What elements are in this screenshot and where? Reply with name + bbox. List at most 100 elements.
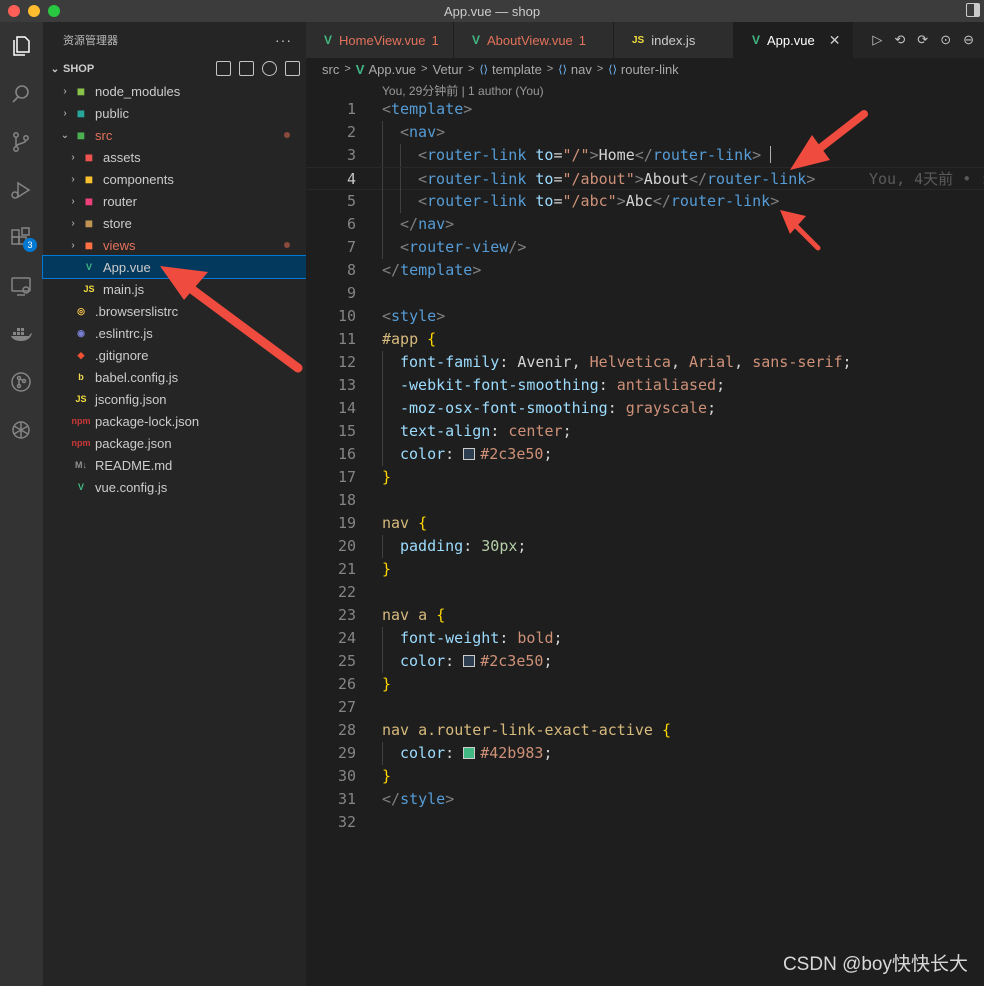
breadcrumb-nav[interactable]: nav	[571, 62, 592, 77]
line-number: 32	[337, 813, 356, 831]
tree-item-assets[interactable]: › ■ assets	[43, 146, 306, 168]
compare-icon[interactable]: ⊙	[940, 32, 951, 48]
code-line[interactable]: 9	[306, 282, 984, 305]
project-section-header[interactable]: ⌄ SHOP	[43, 58, 306, 80]
openai-icon[interactable]	[7, 416, 35, 444]
code-line[interactable]: 32	[306, 811, 984, 834]
remote-explorer-icon[interactable]	[7, 272, 35, 300]
tree-item-babel-config-js[interactable]: b babel.config.js	[43, 366, 306, 388]
tree-item-eslintrc-js[interactable]: ◉ .eslintrc.js	[43, 322, 306, 344]
code-line[interactable]: 3 <router-link to="/">Home</router-link>	[306, 144, 984, 167]
tree-item-jsconfig-json[interactable]: JS jsconfig.json	[43, 388, 306, 410]
code-line[interactable]: 27	[306, 696, 984, 719]
editor-actions: ▷ ⟲ ⟳ ⊙ ⊖	[872, 22, 984, 58]
source-control-icon[interactable]	[7, 128, 35, 156]
code-line[interactable]: 12 font-family: Avenir, Helvetica, Arial,…	[306, 351, 984, 374]
code-line[interactable]: 10 <style>	[306, 305, 984, 328]
line-number: 20	[337, 537, 356, 555]
explorer-icon[interactable]	[7, 32, 35, 60]
tree-item-views[interactable]: › ■ views	[43, 234, 306, 256]
code-line[interactable]: 19 nav {	[306, 512, 984, 535]
tab-app-vue[interactable]: V App.vue ✕	[734, 22, 854, 58]
code-line[interactable]: 11 #app {	[306, 328, 984, 351]
code-line[interactable]: 29 color: #42b983;	[306, 742, 984, 765]
code-line[interactable]: 22	[306, 581, 984, 604]
code-line[interactable]: 1 <template>	[306, 98, 984, 121]
code-line[interactable]: 25 color: #2c3e50;	[306, 650, 984, 673]
markdown-file-icon: M↓	[75, 460, 87, 470]
tree-item-store[interactable]: › ■ store	[43, 212, 306, 234]
breadcrumb-template[interactable]: template	[492, 62, 542, 77]
code-line[interactable]: 6 </nav>	[306, 213, 984, 236]
tree-item-app-vue[interactable]: V App.vue	[42, 255, 307, 279]
codelens-author[interactable]: You, 29分钟前 | 1 author (You)	[382, 82, 544, 99]
forward-icon[interactable]: ⊖	[963, 32, 974, 48]
code-line[interactable]: 21}	[306, 558, 984, 581]
code-line[interactable]: 18	[306, 489, 984, 512]
more-actions-icon[interactable]: ···	[275, 32, 292, 48]
code-token: </	[634, 146, 653, 164]
color-swatch[interactable]	[463, 747, 476, 759]
code-line[interactable]: 23 nav a {	[306, 604, 984, 627]
tree-item-router[interactable]: › ■ router	[43, 190, 306, 212]
code-line[interactable]: 2 <nav>	[306, 121, 984, 144]
run-debug-icon[interactable]	[7, 176, 35, 204]
tab-homeview-vue[interactable]: V HomeView.vue 1	[306, 22, 454, 58]
tree-item-vue-config-js[interactable]: Vvue.config.js	[43, 476, 306, 498]
extensions-icon[interactable]: 3	[7, 224, 37, 252]
code-line[interactable]: 16 color: #2c3e50;	[306, 443, 984, 466]
breadcrumb-router-link[interactable]: router-link	[621, 62, 679, 77]
tree-item-package-json[interactable]: npm package.json	[43, 432, 306, 454]
tab-index-js[interactable]: JS index.js	[614, 22, 734, 58]
color-swatch[interactable]	[463, 655, 476, 667]
tree-item-public[interactable]: › ■ public	[43, 102, 306, 124]
new-folder-icon[interactable]	[239, 61, 254, 76]
maximize-window-button[interactable]	[48, 5, 60, 17]
code-line[interactable]: 31 </style>	[306, 788, 984, 811]
docker-icon[interactable]	[7, 320, 35, 348]
symbol-icon: ⟨⟩	[608, 63, 617, 76]
breadcrumb-src[interactable]: src	[322, 62, 339, 77]
close-tab-icon[interactable]: ✕	[829, 32, 841, 49]
code-editor[interactable]: You, 29分钟前 | 1 author (You) 1 <template> 2…	[306, 80, 984, 986]
tree-item-readme-md[interactable]: M↓ README.md	[43, 454, 306, 476]
tree-item-components[interactable]: › ■ components	[43, 168, 306, 190]
code-line[interactable]: 17}	[306, 466, 984, 489]
code-line[interactable]: 8 </template>	[306, 259, 984, 282]
code-token: nav	[418, 215, 446, 233]
code-line[interactable]: 15 text-align: center;	[306, 420, 984, 443]
collapse-all-icon[interactable]	[285, 61, 300, 76]
code-line[interactable]: 7 <router-view/>	[306, 236, 984, 259]
minimize-window-button[interactable]	[28, 5, 40, 17]
code-line[interactable]: 14 -moz-osx-font-smoothing: grayscale;	[306, 397, 984, 420]
code-line[interactable]: 24 font-weight: bold;	[306, 627, 984, 650]
tree-item-gitignore[interactable]: ◆ .gitignore	[43, 344, 306, 366]
search-icon[interactable]	[7, 80, 35, 108]
run-icon[interactable]: ▷	[872, 32, 882, 48]
tree-item-package-lock-json[interactable]: npm package-lock.json	[43, 410, 306, 432]
git-graph-icon[interactable]	[7, 368, 35, 396]
toggle-sidebar-icon[interactable]	[966, 3, 980, 17]
tree-item-main-js[interactable]: JS main.js	[43, 278, 306, 300]
refresh-icon[interactable]	[262, 61, 277, 76]
line-number: 8	[346, 261, 356, 279]
code-line[interactable]: 4 <router-link to="/about">About</router-…	[306, 167, 984, 191]
code-content: font-family: Avenir, Helvetica, Arial, s…	[400, 351, 852, 374]
tree-item-browserslistrc[interactable]: ◎ .browserslistrc	[43, 300, 306, 322]
breadcrumb-file[interactable]: App.vue	[368, 62, 416, 77]
go-back-icon[interactable]: ⟳	[917, 32, 928, 48]
breadcrumb-vetur[interactable]: Vetur	[433, 62, 463, 77]
code-line[interactable]: 28 nav a.router-link-exact-active {	[306, 719, 984, 742]
code-line[interactable]: 20 padding: 30px;	[306, 535, 984, 558]
code-line[interactable]: 30}	[306, 765, 984, 788]
color-swatch[interactable]	[463, 448, 476, 460]
new-file-icon[interactable]	[216, 61, 231, 76]
close-window-button[interactable]	[8, 5, 20, 17]
code-line[interactable]: 26}	[306, 673, 984, 696]
code-line[interactable]: 5 <router-link to="/abc">Abc</router-link…	[306, 190, 984, 213]
code-line[interactable]: 13 -webkit-font-smoothing: antialiased;	[306, 374, 984, 397]
tab-aboutview-vue[interactable]: V AboutView.vue 1	[454, 22, 614, 58]
timeline-icon[interactable]: ⟲	[894, 32, 905, 48]
tree-item-node-modules[interactable]: › ■ node_modules	[43, 80, 306, 102]
tree-item-src[interactable]: ⌄ ■ src	[43, 124, 306, 146]
